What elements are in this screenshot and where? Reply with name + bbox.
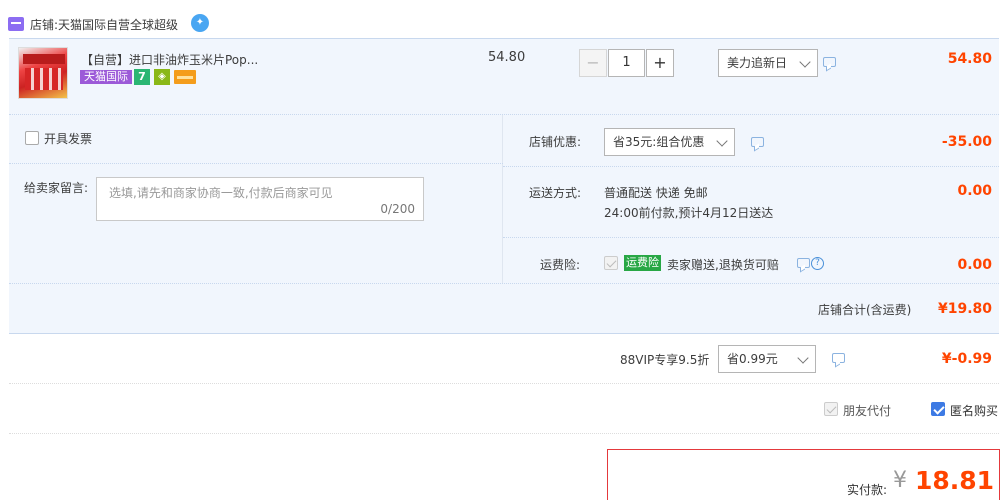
insurance-desc: 卖家赠送,退换货可赔 <box>667 258 779 272</box>
shipping-method: 普通配送 快递 免邮 <box>604 186 708 200</box>
item-subtotal: 54.80 <box>947 51 992 67</box>
divider <box>9 163 503 164</box>
shipping-label: 运送方式: <box>529 186 582 200</box>
chevron-down-icon <box>799 56 811 68</box>
vip-discount-row <box>9 334 999 384</box>
seven-day-return-icon: 7 <box>134 69 150 85</box>
quantity-input[interactable]: 1 <box>608 49 645 77</box>
insurance-checkbox <box>604 256 618 270</box>
chevron-down-icon <box>716 135 728 147</box>
memo-label: 给卖家留言: <box>24 181 89 195</box>
shop-discount-amount: -35.00 <box>941 134 992 150</box>
message-icon[interactable] <box>832 353 845 363</box>
guarantee-icon: ◈ <box>154 69 170 85</box>
insurance-amount: 0.00 <box>957 257 992 273</box>
anonymous-purchase-checkbox[interactable] <box>931 402 945 416</box>
memo-textarea[interactable]: 选填,请先和商家协商一致,付款后商家可见 0/200 <box>96 177 424 221</box>
shop-name[interactable]: 店铺:天猫国际自营全球超级 <box>30 16 178 33</box>
payment-amount: 18.81 <box>915 466 995 495</box>
shop-discount-label: 店铺优惠: <box>529 135 582 149</box>
shop-total-amount: ¥19.80 <box>937 301 992 317</box>
shop-discount-select[interactable]: 省35元:组合优惠 <box>604 128 735 156</box>
quantity-increase-button[interactable]: + <box>646 49 674 77</box>
anonymous-purchase-label: 匿名购买 <box>950 404 999 418</box>
shipping-eta: 24:00前付款,预计4月12日送达 <box>604 206 774 220</box>
insurance-label: 运费险: <box>540 258 581 272</box>
friend-pay-label: 朋友代付 <box>843 404 892 418</box>
unit-price: 54.80 <box>488 50 526 65</box>
shop-total-label: 店铺合计(含运费) <box>818 303 912 317</box>
message-icon[interactable] <box>823 57 836 67</box>
message-icon[interactable] <box>797 258 810 268</box>
invoice-checkbox[interactable] <box>25 131 39 145</box>
friend-pay-checkbox[interactable] <box>824 402 838 416</box>
invoice-label: 开具发票 <box>44 132 93 146</box>
memo-placeholder: 选填,请先和商家协商一致,付款后商家可见 <box>109 186 333 200</box>
help-icon[interactable]: ? <box>811 257 824 270</box>
vip-label: 88VIP专享9.5折 <box>620 353 710 367</box>
shop-discount-value: 省35元:组合优惠 <box>613 135 705 149</box>
vip-discount-value: 省0.99元 <box>727 352 778 366</box>
credit-card-icon <box>174 70 196 84</box>
memo-counter: 0/200 <box>380 202 415 216</box>
shipping-row <box>503 167 999 238</box>
quantity-decrease-button[interactable]: − <box>579 49 607 77</box>
chevron-down-icon <box>797 352 809 364</box>
variant-select[interactable]: 美力追新日 <box>718 49 818 77</box>
insurance-badge: 运费险 <box>624 255 661 271</box>
product-title[interactable]: 【自营】进口非油炸玉米片Pop... <box>81 51 258 68</box>
payment-label: 实付款: <box>847 483 888 497</box>
tmall-global-badge: 天猫国际 <box>80 70 132 84</box>
vip-discount-select[interactable]: 省0.99元 <box>718 345 816 373</box>
shop-icon <box>8 17 24 31</box>
message-icon[interactable] <box>751 137 764 147</box>
shipping-amount: 0.00 <box>957 183 992 199</box>
product-thumbnail[interactable] <box>18 47 68 99</box>
vip-discount-amount: ¥-0.99 <box>941 351 992 367</box>
wangwang-chat-icon[interactable]: ✦ <box>191 14 209 32</box>
variant-select-value: 美力追新日 <box>727 56 788 70</box>
payment-currency: ¥ <box>893 468 907 493</box>
